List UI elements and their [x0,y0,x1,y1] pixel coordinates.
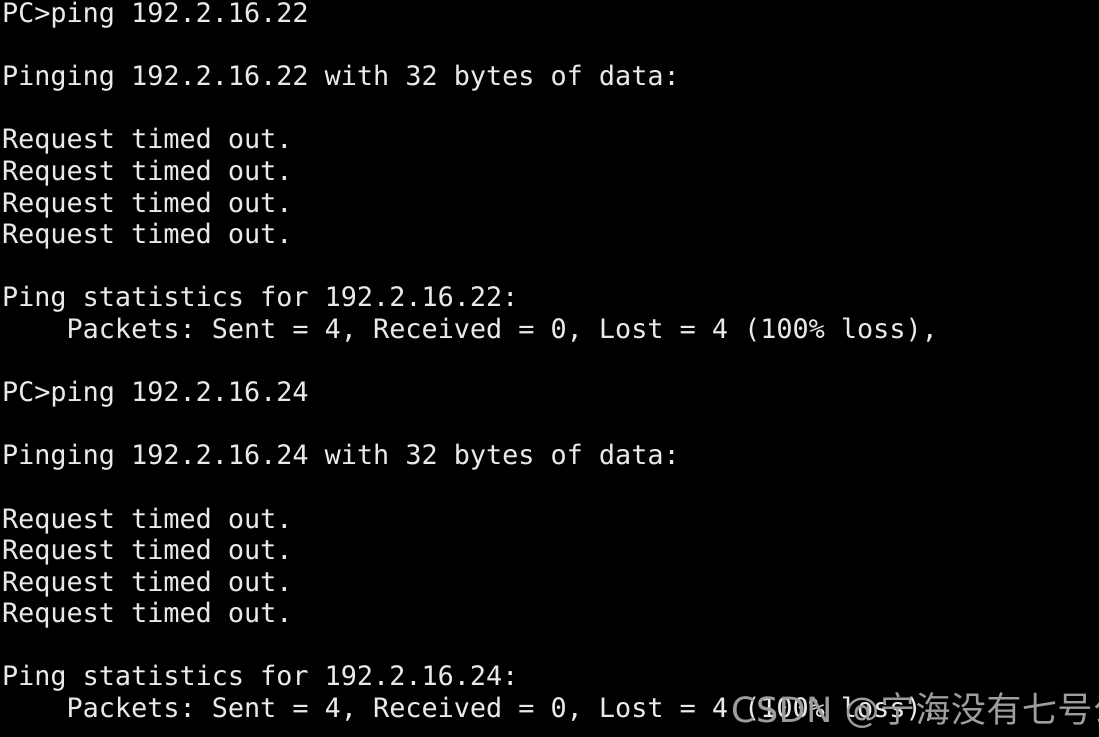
console-line: Request timed out. [2,598,293,630]
console-line: Pinging 192.2.16.22 with 32 bytes of dat… [2,61,680,93]
console-line: Packets: Sent = 4, Received = 0, Lost = … [2,693,938,725]
console-line: PC>ping 192.2.16.22 [2,0,309,29]
console-line: Request timed out. [2,219,293,251]
console-line: Request timed out. [2,535,293,567]
console-line: Packets: Sent = 4, Received = 0, Lost = … [2,313,938,345]
console-line: Request timed out. [2,187,293,219]
console-line: Request timed out. [2,155,293,187]
terminal-window[interactable]: PC>ping 192.2.16.22 Pinging 192.2.16.22 w… [0,0,1099,737]
console-line: Request timed out. [2,503,293,535]
console-line: Ping statistics for 192.2.16.22: [2,282,519,314]
console-output: PC>ping 192.2.16.22 Pinging 192.2.16.22 w… [2,0,938,725]
console-line: Ping statistics for 192.2.16.24: [2,661,519,693]
console-line: Request timed out. [2,566,293,598]
console-line: PC>ping 192.2.16.24 [2,377,309,409]
console-line: Pinging 192.2.16.24 with 32 bytes of dat… [2,440,680,472]
console-line: Request timed out. [2,124,293,156]
